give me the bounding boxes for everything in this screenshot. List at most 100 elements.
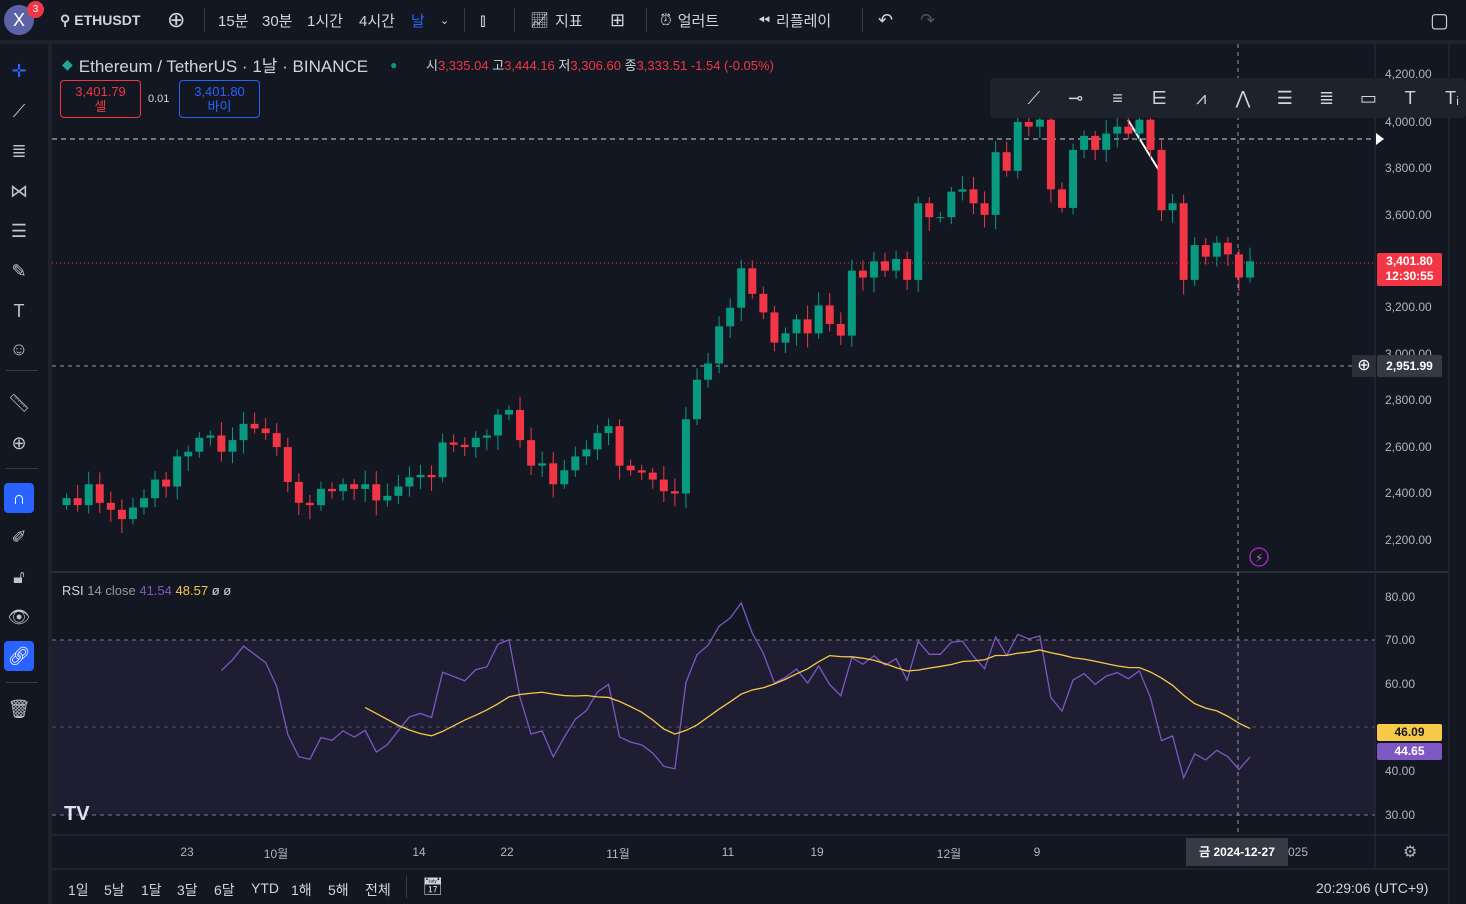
text-note-icon[interactable]: Tᵢ xyxy=(1438,88,1466,109)
candle xyxy=(560,470,569,485)
candle xyxy=(84,484,93,506)
spread-value: 0.01 xyxy=(148,93,170,105)
candle xyxy=(372,484,381,501)
candle xyxy=(715,326,724,364)
candle xyxy=(903,258,912,280)
candle xyxy=(339,484,348,492)
candle xyxy=(162,479,171,487)
candle xyxy=(980,203,989,215)
rsi-ma-tag: 46.09 xyxy=(1377,724,1442,741)
candle xyxy=(659,479,668,492)
candle xyxy=(62,498,71,506)
candle xyxy=(947,191,956,218)
candle xyxy=(626,465,635,471)
candle xyxy=(803,319,812,334)
candle xyxy=(516,409,525,441)
xabcd-icon[interactable]: ⩘ xyxy=(1187,88,1215,109)
range-5y[interactable]: 5해 xyxy=(328,880,349,900)
add-alert-plus-icon[interactable]: ⊕ xyxy=(1352,355,1376,377)
candle xyxy=(648,472,657,480)
parallel-channel-icon[interactable]: ≡ xyxy=(1104,88,1132,109)
candle xyxy=(759,293,768,313)
candle xyxy=(1069,149,1078,208)
sell-button[interactable]: 3,401.79 셀 xyxy=(60,80,141,118)
floating-drawing-toolbar: ⟋ ⊸ ≡ ⋿ ⩘ ⋀ ☰ ≣ ▭ T Tᵢ xyxy=(990,78,1466,118)
candle xyxy=(538,463,547,466)
candle xyxy=(95,484,104,503)
horizontal-ray-icon[interactable]: ⊸ xyxy=(1062,88,1090,109)
candle xyxy=(427,474,436,478)
candle xyxy=(1046,119,1055,190)
candle xyxy=(1157,149,1166,211)
candle xyxy=(637,470,646,473)
candle xyxy=(836,324,845,336)
range-ytd[interactable]: YTD xyxy=(251,880,279,896)
candle xyxy=(1080,135,1089,150)
candle xyxy=(858,270,867,278)
svg-text:⚡︎: ⚡︎ xyxy=(1255,551,1263,565)
candle xyxy=(184,451,193,457)
range-1d[interactable]: 1일 xyxy=(68,880,89,900)
candle xyxy=(482,435,491,438)
candle xyxy=(1234,254,1243,278)
clock[interactable]: 20:29:06 (UTC+9) xyxy=(1316,880,1428,896)
range-all[interactable]: 전체 xyxy=(365,880,391,900)
candle xyxy=(173,456,182,487)
candle xyxy=(881,261,890,271)
text-tool-icon[interactable]: T xyxy=(1396,88,1424,109)
candle xyxy=(350,484,359,489)
fib-fan-icon[interactable]: ⋿ xyxy=(1145,88,1173,109)
price-chart[interactable]: ⚡︎ TV xyxy=(0,0,1466,904)
symbol-title: Ethereum / TetherUS · 1날 · BINANCE xyxy=(78,57,369,76)
candle xyxy=(969,189,978,204)
range-5d[interactable]: 5날 xyxy=(104,880,125,900)
candle xyxy=(1201,245,1210,257)
candle xyxy=(593,433,602,450)
symbol-legend[interactable]: ◆ Ethereum / TetherUS · 1날 · BINANCE ● xyxy=(62,52,397,77)
trend-line-tool-icon[interactable]: ⟋ xyxy=(1020,88,1048,109)
candle xyxy=(239,423,248,441)
candle xyxy=(1135,119,1144,134)
range-1y[interactable]: 1해 xyxy=(291,880,312,900)
candle xyxy=(250,423,259,429)
rectangle-icon[interactable]: ▭ xyxy=(1355,88,1383,109)
candle xyxy=(272,433,281,448)
candle xyxy=(73,498,82,506)
buy-button[interactable]: 3,401.80 바이 xyxy=(179,80,260,118)
candle xyxy=(206,435,215,438)
candle xyxy=(1091,135,1100,150)
candle xyxy=(1102,133,1111,150)
candle xyxy=(328,488,337,492)
range-1m[interactable]: 1달 xyxy=(141,880,162,900)
candle xyxy=(958,189,967,192)
candle xyxy=(471,437,480,448)
candle xyxy=(283,447,292,482)
candle xyxy=(925,203,934,218)
candle xyxy=(106,502,115,510)
candle xyxy=(195,437,204,452)
abc-pattern-icon[interactable]: ⋀ xyxy=(1229,88,1257,109)
candle xyxy=(781,333,790,343)
candle xyxy=(1223,242,1232,255)
candle xyxy=(305,502,314,506)
range-6m[interactable]: 6달 xyxy=(214,880,235,900)
range-3m[interactable]: 3달 xyxy=(177,880,198,900)
settings-gear-icon[interactable]: ⚙︎ xyxy=(1403,842,1417,862)
goto-date-icon[interactable]: 📅︎ xyxy=(422,877,444,897)
candle xyxy=(117,509,126,520)
fib-retracement-icon[interactable]: ☰ xyxy=(1271,88,1299,109)
candle xyxy=(869,261,878,278)
candle xyxy=(294,481,303,503)
candle xyxy=(527,440,536,466)
rsi-legend[interactable]: RSI 14 close 41.54 48.57 ø ø xyxy=(62,583,231,598)
fib-extension-icon[interactable]: ≣ xyxy=(1313,88,1341,109)
candle xyxy=(1179,203,1188,280)
candle xyxy=(1013,122,1022,171)
candle xyxy=(1057,189,1066,208)
candle xyxy=(405,477,414,487)
candle xyxy=(693,379,701,420)
candle xyxy=(582,449,591,457)
candle xyxy=(261,428,270,434)
candle xyxy=(571,456,580,471)
candle xyxy=(504,409,513,415)
